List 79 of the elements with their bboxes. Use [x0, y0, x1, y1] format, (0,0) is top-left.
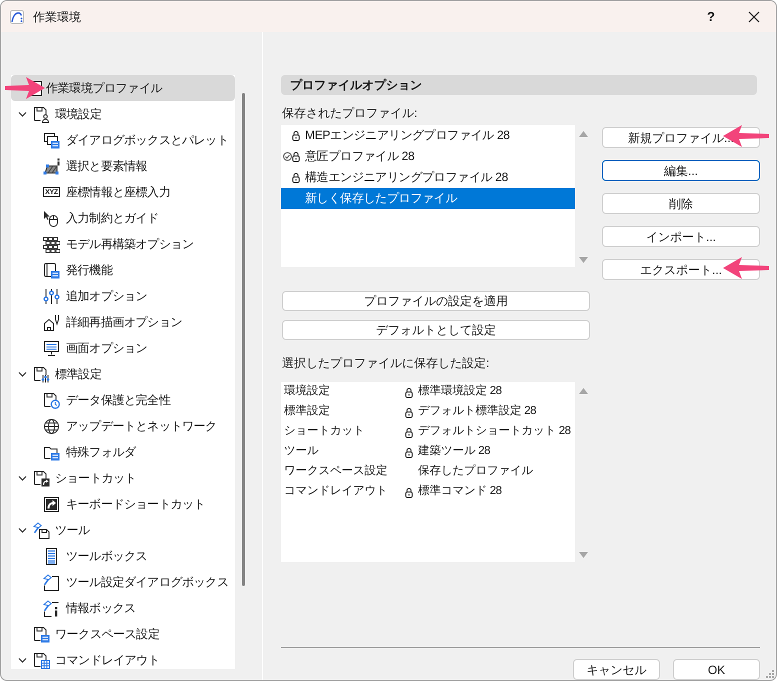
disk-user-icon	[33, 106, 50, 122]
hammer-frame-icon	[43, 574, 60, 590]
tree-item[interactable]: データ保護と完全性	[11, 387, 235, 413]
brick-wall-icon	[43, 236, 60, 252]
chevron-down-icon[interactable]	[18, 526, 27, 534]
window-title: 作業環境	[33, 10, 81, 22]
list-item[interactable]: 新しく保存したプロファイル	[281, 188, 575, 209]
tree-item[interactable]: 情報ボックス	[11, 595, 235, 621]
setting-category: ツール	[283, 446, 320, 458]
disk-shortcut-icon	[33, 470, 50, 486]
apply-button[interactable]: デフォルトとして設定	[282, 320, 590, 340]
tree-item[interactable]: モデル再構築オプション	[11, 231, 235, 257]
tree-item[interactable]: ツールボックス	[11, 543, 235, 569]
tree-item[interactable]: 詳細再描画オプション	[11, 309, 235, 335]
profile-button[interactable]: インポート...	[602, 226, 760, 248]
tree-item[interactable]: 標準設定	[11, 361, 235, 387]
shortcut-arrow-icon	[43, 496, 60, 512]
scrollbar-thumb[interactable]	[242, 93, 245, 586]
tree-item[interactable]: 選択と要素情報	[11, 153, 235, 179]
profile-button[interactable]: 削除	[602, 193, 760, 214]
sliders-icon	[43, 288, 60, 304]
list-item[interactable]: 意匠プロファイル 28	[281, 146, 575, 167]
list-item[interactable]: MEPエンジニアリングプロファイル 28	[281, 124, 575, 146]
list-item[interactable]: 構造エンジニアリングプロファイル 28	[281, 166, 575, 188]
setting-value: 保存したプロファイル	[418, 466, 533, 478]
tree-item[interactable]: アップデートとネットワーク	[11, 413, 235, 439]
resize-grip-icon[interactable]	[766, 670, 774, 678]
tree-item[interactable]: 環境設定	[11, 101, 235, 127]
setting-value: 標準コマンド 28	[418, 486, 502, 498]
apply-button[interactable]: プロファイルの設定を適用	[282, 290, 590, 311]
tree-item[interactable]: ツール	[11, 517, 235, 543]
hatched-area-icon	[43, 158, 60, 174]
mouse-cursor-icon	[43, 210, 60, 226]
close-icon	[748, 10, 760, 22]
setting-category: 環境設定	[283, 386, 331, 398]
disk-clock-icon	[43, 392, 60, 408]
setting-value: デフォルトショートカット 28	[418, 426, 570, 438]
hammer-info-icon	[43, 600, 60, 616]
setting-category: コマンドレイアウト	[283, 486, 388, 498]
tree-item[interactable]: コマンドレイアウト	[11, 647, 235, 673]
footer-button[interactable]: OK	[673, 659, 760, 680]
tree-item[interactable]: 画面オプション	[11, 335, 235, 361]
profile-button[interactable]: エクスポート...	[602, 259, 760, 280]
list-label: 選択したプロファイルに保存した設定:	[281, 356, 490, 372]
setting-category: 標準設定	[283, 406, 331, 418]
globe-icon	[43, 418, 60, 434]
footer-button[interactable]: キャンセル	[573, 659, 660, 680]
setting-value: 標準環境設定 28	[418, 386, 502, 398]
help-button[interactable]: ?	[696, 2, 726, 30]
section-header: プロファイルオプション	[281, 75, 757, 95]
monitor-icon	[43, 340, 60, 356]
tree-item[interactable]: ツール設定ダイアログボックス	[11, 569, 235, 595]
disk-hammer-icon	[33, 522, 50, 538]
setting-category: ワークスペース設定	[283, 466, 388, 478]
tree-item[interactable]: 追加オプション	[11, 283, 235, 309]
tree-item[interactable]: キーボードショートカット	[11, 491, 235, 517]
tree-item[interactable]: 入力制約とガイド	[11, 205, 235, 231]
windows-icon	[43, 132, 60, 148]
tree-item[interactable]: ダイアログボックスとパレット	[11, 127, 235, 153]
setting-value: デフォルト標準設定 28	[418, 406, 536, 418]
setting-value: 建築ツール 28	[418, 446, 490, 458]
house-pen-icon	[43, 314, 60, 330]
chevron-down-icon[interactable]	[18, 110, 27, 118]
tree-item[interactable]: ワークスペース設定	[11, 621, 235, 647]
arc-logo-icon	[10, 10, 24, 24]
list-label: 保存されたプロファイル:	[281, 106, 418, 121]
disk-sliders-icon	[33, 366, 50, 382]
chevron-down-icon[interactable]	[18, 474, 27, 482]
tree-item[interactable]: 特殊フォルダ	[11, 439, 235, 465]
toolbox-list-icon	[43, 548, 60, 564]
setting-category: ショートカット	[283, 426, 366, 438]
tree-item[interactable]: 作業環境プロファイル	[11, 75, 235, 101]
profile-button[interactable]: 編集...	[602, 160, 760, 182]
tree-item[interactable]: ショートカット	[11, 465, 235, 491]
chevron-down-icon[interactable]	[18, 656, 27, 664]
disk-list-icon	[33, 626, 50, 642]
tree-item[interactable]: 発行機能	[11, 257, 235, 283]
documents-list-icon	[43, 262, 60, 278]
chevron-down-icon[interactable]	[18, 370, 27, 378]
